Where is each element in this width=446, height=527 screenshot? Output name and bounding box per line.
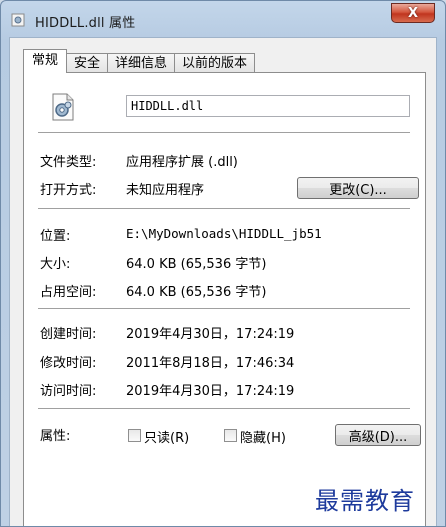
modified-label: 修改时间: (40, 356, 97, 371)
window-title: HIDDLL.dll 属性 (35, 16, 136, 31)
location-label: 位置: (40, 229, 71, 244)
readonly-checkbox[interactable] (128, 429, 141, 442)
filename-field[interactable]: HIDDLL.dll (126, 95, 410, 117)
opens-with-value: 未知应用程序 (126, 183, 205, 198)
location-value: E:\MyDownloads\HIDDLL_jb51 (126, 226, 322, 241)
accessed-value: 2019年4月30日，17:24:19 (126, 384, 295, 399)
tab-previous-versions[interactable]: 以前的版本 (174, 53, 256, 73)
readonly-label[interactable]: 只读(R) (144, 427, 189, 446)
change-button[interactable]: 更改(C)... (297, 177, 419, 199)
file-type-value: 应用程序扩展 (.dll) (126, 155, 238, 170)
tab-details[interactable]: 详细信息 (107, 53, 176, 73)
size-value: 64.0 KB (65,536 字节) (126, 257, 267, 272)
dialog-body: 常规 安全 详细信息 以前的版本 HIDDLL.dll 文件类型: 应用程序扩展… (9, 37, 437, 526)
size-label: 大小: (40, 257, 71, 272)
attributes-label: 属性: (40, 429, 71, 444)
accessed-label: 访问时间: (40, 384, 97, 399)
close-icon: X (407, 5, 419, 21)
opens-with-label: 打开方式: (40, 183, 97, 198)
modified-value: 2011年8月18日，17:46:34 (126, 356, 295, 371)
separator (38, 132, 410, 133)
file-type-label: 文件类型: (40, 155, 97, 170)
dll-file-icon (11, 13, 25, 27)
size-on-disk-value: 64.0 KB (65,536 字节) (126, 285, 267, 300)
hidden-checkbox[interactable] (224, 429, 237, 442)
advanced-button[interactable]: 高级(D)... (335, 424, 421, 446)
tab-security[interactable]: 安全 (66, 53, 109, 73)
general-panel: HIDDLL.dll 文件类型: 应用程序扩展 (.dll) 打开方式: 未知应… (23, 72, 426, 526)
tab-strip: 常规 安全 详细信息 以前的版本 (23, 47, 256, 73)
properties-window: HIDDLL.dll 属性 X 常规 安全 详细信息 以前的版本 HIDDLL.… (0, 0, 446, 527)
close-button[interactable]: X (391, 3, 435, 23)
watermark-text: 最需教育 (315, 487, 415, 515)
separator (38, 408, 410, 409)
file-icon (46, 91, 78, 123)
size-on-disk-label: 占用空间: (40, 285, 97, 300)
separator (38, 208, 410, 209)
hidden-label[interactable]: 隐藏(H) (240, 427, 286, 446)
tab-general[interactable]: 常规 (23, 49, 68, 73)
created-value: 2019年4月30日，17:24:19 (126, 327, 295, 342)
separator (38, 308, 410, 309)
title-bar[interactable]: HIDDLL.dll 属性 X (1, 1, 445, 37)
created-label: 创建时间: (40, 327, 97, 342)
